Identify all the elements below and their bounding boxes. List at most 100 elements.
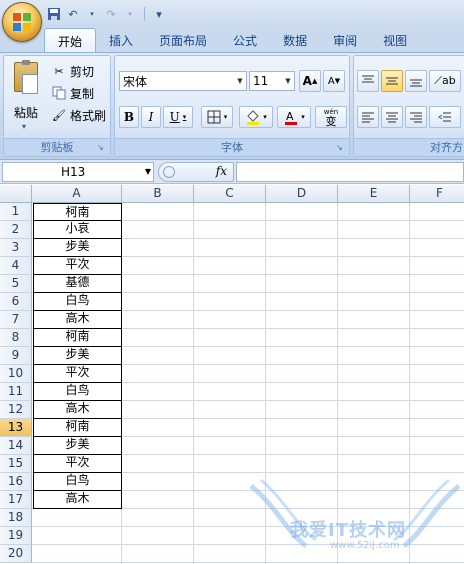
row-header-5[interactable]: 5 xyxy=(0,275,32,293)
cell-a10[interactable]: 平次 xyxy=(33,364,122,383)
row-header-16[interactable]: 16 xyxy=(0,473,32,491)
font-dialog-launcher-icon[interactable]: ↘ xyxy=(336,143,346,153)
cell-a2[interactable]: 小哀 xyxy=(33,220,122,239)
align-bottom-button[interactable] xyxy=(405,70,427,92)
name-box-dropdown-icon[interactable]: ▼ xyxy=(145,163,151,181)
font-size-dropdown-icon[interactable]: ▼ xyxy=(282,72,294,90)
align-top-button[interactable] xyxy=(357,70,379,92)
column-header-f[interactable]: F xyxy=(410,185,464,203)
customize-toolbar-icon[interactable]: ▾ xyxy=(151,6,167,22)
row-header-10[interactable]: 10 xyxy=(0,365,32,383)
tab-insert[interactable]: 插入 xyxy=(96,28,146,53)
tab-view[interactable]: 视图 xyxy=(370,28,420,53)
cell-a12[interactable]: 高木 xyxy=(33,400,122,419)
row-header-11[interactable]: 11 xyxy=(0,383,32,401)
align-right-button[interactable] xyxy=(405,106,427,128)
row-header-7[interactable]: 7 xyxy=(0,311,32,329)
column-gridline xyxy=(409,203,410,564)
bold-button[interactable]: B xyxy=(119,106,139,128)
cell-a1[interactable]: 柯南 xyxy=(33,203,122,221)
tab-formulas[interactable]: 公式 xyxy=(220,28,270,53)
column-header-d[interactable]: D xyxy=(266,185,338,203)
svg-text:A: A xyxy=(286,110,294,123)
cell-a5[interactable]: 基德 xyxy=(33,274,122,293)
office-logo-icon xyxy=(13,13,31,31)
cell-a14[interactable]: 步美 xyxy=(33,436,122,455)
orientation-button[interactable]: ⟋ab xyxy=(429,70,461,92)
name-box[interactable]: H13 ▼ xyxy=(2,162,154,182)
align-center-button[interactable] xyxy=(381,106,403,128)
row-header-17[interactable]: 17 xyxy=(0,491,32,509)
cell-a6[interactable]: 白鸟 xyxy=(33,292,122,311)
row-header-1[interactable]: 1 xyxy=(0,203,32,221)
shrink-font-label: A xyxy=(327,75,335,87)
tab-data[interactable]: 数据 xyxy=(270,28,320,53)
tab-home[interactable]: 开始 xyxy=(44,28,97,53)
paste-dropdown-icon[interactable]: ▾ xyxy=(22,122,26,131)
cell-a13[interactable]: 柯南 xyxy=(33,418,122,437)
align-bottom-icon xyxy=(410,79,422,87)
row-header-6[interactable]: 6 xyxy=(0,293,32,311)
save-icon[interactable] xyxy=(46,6,62,22)
cell-a3[interactable]: 步美 xyxy=(33,238,122,257)
font-size-combo[interactable]: 11 ▼ xyxy=(249,71,295,91)
cell-a8[interactable]: 柯南 xyxy=(33,328,122,347)
fill-color-button[interactable]: ▾ xyxy=(239,106,273,128)
copy-button[interactable]: 复制 xyxy=(52,84,94,102)
font-name-combo[interactable]: 宋体 ▼ xyxy=(119,71,247,91)
row-header-2[interactable]: 2 xyxy=(0,221,32,239)
column-header-e[interactable]: E xyxy=(338,185,410,203)
worksheet-grid[interactable]: A B C D E F 1 2 3 4 5 6 7 8 9 10 11 12 13 14 15 16 17 18 19 20 柯南小… xyxy=(0,185,464,564)
row-header-14[interactable]: 14 xyxy=(0,437,32,455)
cell-a4[interactable]: 平次 xyxy=(33,256,122,275)
underline-button[interactable]: U ▾ xyxy=(163,106,193,128)
cell-a7[interactable]: 高木 xyxy=(33,310,122,329)
formula-input[interactable] xyxy=(236,162,464,182)
row-header-19[interactable]: 19 xyxy=(0,527,32,545)
row-header-18[interactable]: 18 xyxy=(0,509,32,527)
row-header-3[interactable]: 3 xyxy=(0,239,32,257)
tab-page-layout[interactable]: 页面布局 xyxy=(146,28,220,53)
redo-dropdown-icon[interactable]: ▾ xyxy=(122,6,138,22)
decrease-indent-button[interactable] xyxy=(429,106,461,128)
column-header-a[interactable]: A xyxy=(32,185,122,203)
office-button[interactable] xyxy=(2,2,42,42)
font-color-button[interactable]: A ▾ xyxy=(277,106,311,128)
cell-a11[interactable]: 白鸟 xyxy=(33,382,122,401)
format-painter-button[interactable]: 🖌 格式刷 xyxy=(52,106,106,124)
borders-button[interactable]: ▾ xyxy=(201,106,233,128)
align-top-icon xyxy=(362,75,374,83)
cell-a15[interactable]: 平次 xyxy=(33,454,122,473)
undo-dropdown-icon[interactable]: ▾ xyxy=(84,6,100,22)
align-left-button[interactable] xyxy=(357,106,379,128)
column-header-c[interactable]: C xyxy=(194,185,266,203)
cell-a9[interactable]: 步美 xyxy=(33,346,122,365)
grow-font-button[interactable]: A ▲ xyxy=(299,70,321,92)
cell-a16[interactable]: 白鸟 xyxy=(33,472,122,491)
paste-button[interactable]: 粘贴 ▾ xyxy=(8,60,44,136)
font-name-dropdown-icon[interactable]: ▼ xyxy=(234,72,246,90)
row-header-12[interactable]: 12 xyxy=(0,401,32,419)
italic-button[interactable]: I xyxy=(141,106,161,128)
select-all-corner[interactable] xyxy=(0,185,32,203)
clipboard-dialog-launcher-icon[interactable]: ↘ xyxy=(97,143,107,153)
shrink-font-button[interactable]: A ▼ xyxy=(323,70,345,92)
row-header-4[interactable]: 4 xyxy=(0,257,32,275)
undo-icon[interactable]: ↶ xyxy=(65,6,81,22)
tab-review[interactable]: 审阅 xyxy=(320,28,370,53)
column-header-b[interactable]: B xyxy=(122,185,194,203)
redo-icon[interactable]: ↷ xyxy=(103,6,119,22)
row-header-13[interactable]: 13 xyxy=(0,419,32,437)
ribbon: 粘贴 ▾ ✂ 剪切 复制 🖌 格式刷 剪贴板 ↘ 宋体 ▼ 11 ▼ A ▲ A… xyxy=(0,52,464,160)
cell-a17[interactable]: 高木 xyxy=(33,490,122,509)
cut-button[interactable]: ✂ 剪切 xyxy=(52,62,94,80)
insert-function-button[interactable]: fx xyxy=(216,164,227,178)
row-header-15[interactable]: 15 xyxy=(0,455,32,473)
formula-bar-handle-icon[interactable] xyxy=(163,166,175,178)
copy-label: 复制 xyxy=(70,86,95,101)
align-middle-button[interactable] xyxy=(381,70,403,92)
row-header-8[interactable]: 8 xyxy=(0,329,32,347)
row-header-9[interactable]: 9 xyxy=(0,347,32,365)
row-header-20[interactable]: 20 xyxy=(0,545,32,563)
phonetic-button[interactable]: wén 变 xyxy=(315,106,347,128)
